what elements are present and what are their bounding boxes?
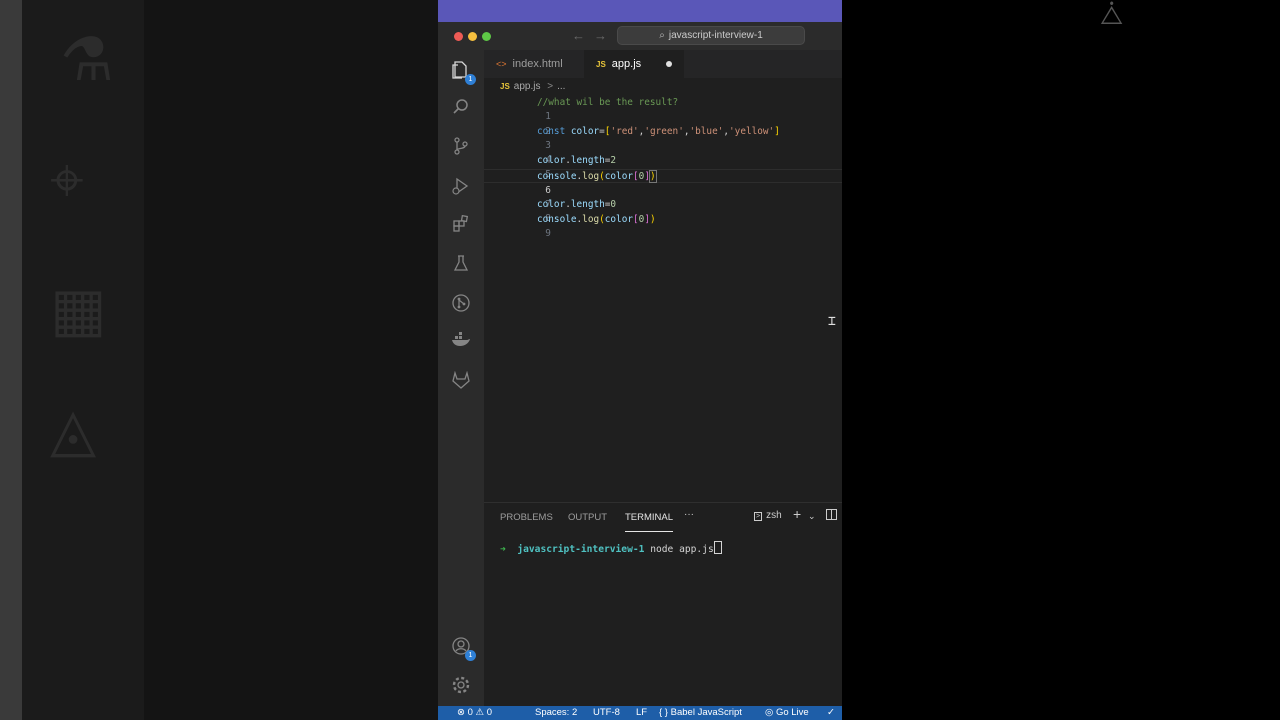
code-line: 9 console.log(color[0]): [484, 213, 842, 239]
code-editor[interactable]: 1 //what wil be the result? 2 3 const co…: [484, 96, 842, 498]
terminal-shell-selector[interactable]: > zsh: [754, 510, 782, 521]
minimize-window-button[interactable]: [468, 32, 477, 41]
code-line: 2: [484, 111, 842, 137]
terminal-cursor: [713, 541, 722, 554]
error-count: 0: [467, 707, 473, 718]
code-text: //what wil be the result?: [537, 97, 679, 108]
breadcrumb-more[interactable]: ...: [557, 81, 565, 92]
tab-index-html[interactable]: <> index.html: [484, 50, 584, 78]
accounts-badge: 1: [465, 650, 476, 661]
explorer-icon[interactable]: 1: [450, 60, 476, 85]
code-line: 1 //what wil be the result?: [484, 96, 842, 122]
tab-label: index.html: [512, 58, 563, 70]
shell-label: zsh: [766, 510, 782, 521]
go-live-button[interactable]: ◎ Go Live: [765, 706, 809, 720]
accounts-icon[interactable]: 1: [450, 636, 476, 661]
code-line: 7: [484, 184, 842, 210]
forward-arrow-icon[interactable]: →: [594, 28, 607, 43]
split-terminal-icon[interactable]: [826, 509, 837, 523]
error-icon: ⊗: [457, 707, 465, 718]
search-view-icon[interactable]: [450, 98, 472, 120]
breadcrumb: JS app.js >...: [500, 79, 565, 95]
desktop-wallpaper-strip: [438, 0, 842, 22]
panel-more-button[interactable]: ···: [684, 509, 694, 520]
status-bar: ⊗ 0 ⚠ 0 Spaces: 2 UTF-8 LF { } Babel Jav…: [438, 706, 842, 720]
terminal-icon: >: [754, 512, 763, 521]
html-file-icon: <>: [496, 59, 507, 69]
warning-icon: ⚠: [475, 707, 485, 718]
code-text: console.log(color[0]): [537, 213, 656, 225]
explorer-badge: 1: [465, 74, 476, 85]
js-file-icon: JS: [596, 60, 606, 69]
breadcrumb-separator: >: [547, 81, 554, 92]
editor-tabs: <> index.html JS app.js: [484, 50, 842, 78]
background-git-icon: ⌖: [50, 146, 84, 213]
unsaved-dot-icon[interactable]: [666, 61, 672, 67]
docker-icon[interactable]: [450, 332, 472, 354]
breadcrumb-file[interactable]: app.js: [514, 81, 541, 92]
terminal-prompt-line[interactable]: ➜ javascript-interview-1 node app.js: [500, 541, 722, 555]
check-icon[interactable]: ✓: [827, 706, 835, 720]
eol-status[interactable]: LF: [636, 706, 647, 720]
background-docker-icon: ▦: [50, 276, 107, 343]
warning-count: 0: [486, 707, 493, 718]
indentation-status[interactable]: Spaces: 2: [535, 706, 577, 720]
code-line: 3 const color=['red','green','blue','yel…: [484, 125, 842, 151]
vscode-window: ← → ⌕ javascript-interview-1 1 1 <> inde…: [438, 22, 842, 720]
mouse-ibeam-cursor-icon: ⌶: [828, 314, 836, 329]
settings-gear-icon[interactable]: [450, 675, 472, 697]
prompt-directory: javascript-interview-1: [517, 544, 645, 555]
language-label: Babel JavaScript: [670, 707, 742, 718]
extensions-icon[interactable]: [450, 214, 472, 237]
git-graph-icon[interactable]: [450, 293, 472, 315]
code-text: color.length=0: [537, 199, 617, 211]
background-blurred-strip: [0, 0, 22, 720]
testing-flask-icon[interactable]: [450, 254, 472, 276]
gitlab-icon[interactable]: [450, 370, 472, 393]
code-text: color.length=2: [537, 155, 617, 167]
background-figure-icon: ⧊: [1100, 0, 1124, 30]
prompt-arrow: ➜: [500, 544, 506, 555]
background-left-blurred: ⚗ ⌖ ▦ ◬: [0, 0, 438, 720]
tab-label: app.js: [611, 58, 642, 70]
code-line: 8 color.length=0: [484, 198, 842, 224]
tab-output[interactable]: OUTPUT: [568, 511, 607, 531]
title-bar: ← → ⌕ javascript-interview-1: [438, 22, 842, 50]
close-window-button[interactable]: [454, 32, 463, 41]
bottom-panel: PROBLEMS OUTPUT TERMINAL ··· > zsh + ⌄ ➜ …: [484, 502, 842, 713]
background-flask-icon: ⚗: [60, 26, 114, 93]
command-center-search[interactable]: ⌕ javascript-interview-1: [617, 26, 805, 45]
braces-icon: { }: [659, 707, 668, 718]
background-right: ⧊: [842, 0, 1280, 720]
go-live-label: Go Live: [775, 707, 809, 718]
code-text: console.log(color[0]): [537, 170, 657, 183]
source-control-icon[interactable]: [450, 136, 472, 158]
new-terminal-plus-icon[interactable]: +: [793, 506, 801, 522]
code-line: 5 color.length=2: [484, 154, 842, 180]
encoding-status[interactable]: UTF-8: [593, 706, 620, 720]
background-gitlab-icon: ◬: [50, 396, 97, 463]
search-icon: ⌕: [659, 30, 665, 41]
code-line: 4: [484, 140, 842, 166]
back-arrow-icon[interactable]: ←: [572, 28, 585, 43]
activity-bar: 1 1: [438, 50, 484, 712]
line-number: 9: [545, 227, 551, 239]
background-blurred-activity-bar: [22, 0, 144, 720]
code-text: const color=['red','green','blue','yello…: [537, 126, 780, 138]
terminal-command: node app.js: [650, 544, 714, 555]
broadcast-icon: ◎: [765, 707, 774, 718]
problems-status[interactable]: ⊗ 0 ⚠ 0: [457, 706, 492, 720]
tab-terminal[interactable]: TERMINAL: [625, 511, 674, 532]
tab-problems[interactable]: PROBLEMS: [500, 511, 553, 531]
chevron-down-icon[interactable]: ⌄: [808, 511, 816, 522]
tab-app-js[interactable]: JS app.js: [584, 50, 684, 78]
run-debug-icon[interactable]: [450, 176, 472, 198]
code-line-current: 6 console.log(color[0]): [484, 169, 842, 196]
js-file-icon: JS: [500, 82, 510, 91]
language-mode-status[interactable]: { } Babel JavaScript: [659, 706, 742, 720]
maximize-window-button[interactable]: [482, 32, 491, 41]
command-center-label: javascript-interview-1: [668, 30, 763, 41]
